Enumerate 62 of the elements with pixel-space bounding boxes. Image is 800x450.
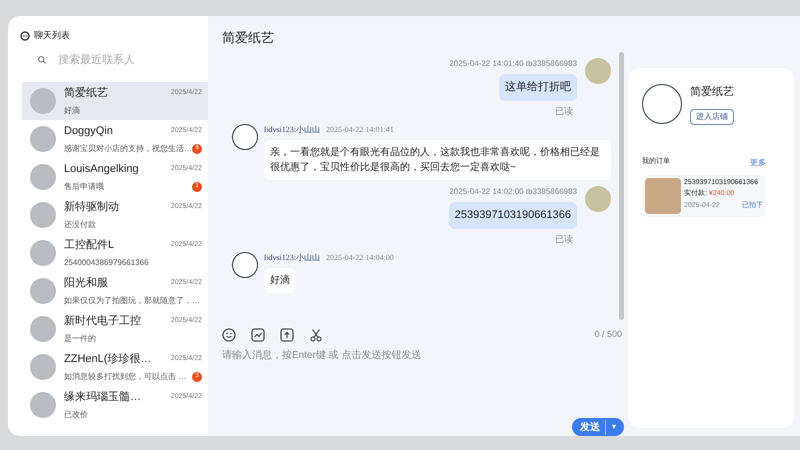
shop-avatar <box>232 252 258 278</box>
message-bubble: 亲，一看您就是个有眼光有品位的人，这款我也非常喜欢呢，价格相已经是很优惠了，宝贝性价比是很高的，买回去您一定喜欢哒~ <box>264 140 611 180</box>
message-preview: 如果仅仅为了拍图玩，那就随意了，… <box>64 294 200 307</box>
avatar-placeholder <box>30 354 56 380</box>
avatar-placeholder <box>585 186 611 212</box>
avatar-placeholder <box>30 164 56 190</box>
contact-name: 工控配件L <box>64 238 114 254</box>
message-preview: 感谢宝贝对小店的支持，祝您生活… <box>64 142 192 155</box>
message-preview: 售后申请哦 <box>64 180 104 193</box>
message-time: 2025-04-22 14:01:41 <box>326 124 394 136</box>
image-icon[interactable] <box>251 328 265 342</box>
avatar-placeholder <box>30 240 56 266</box>
avatar-placeholder <box>30 316 56 342</box>
sender-name: lidysi123:小山山 <box>264 124 320 136</box>
avatar-placeholder <box>30 126 56 152</box>
message-meta: 2025-04-22 14:01:40 tb3385866983 <box>449 58 577 70</box>
read-status: 已读 <box>555 104 573 118</box>
search-icon <box>38 54 46 66</box>
chat-title: 简爱纸艺 <box>221 29 275 47</box>
shop-name: 简爱纸艺 <box>690 85 734 100</box>
photo-placeholder <box>645 178 681 214</box>
message-preview: 还没付款 <box>64 218 96 231</box>
shop-avatar <box>232 124 258 150</box>
contact-name: DoggyQin <box>64 124 113 140</box>
emoji-icon[interactable] <box>222 328 236 342</box>
message-input[interactable]: 请输入消息，按Enter键 或 点击发送按钮发送 <box>222 348 614 414</box>
avatar-placeholder <box>30 278 56 304</box>
message-preview: 已改价 <box>64 408 88 421</box>
avatar-placeholder <box>585 58 611 84</box>
upload-icon[interactable] <box>280 328 294 342</box>
message-bubble: 2539397103190661366 <box>448 202 577 228</box>
character-counter: 0 / 500 <box>594 328 622 341</box>
message-preview: 2540004386979661366 <box>64 256 149 269</box>
enter-shop-button[interactable]: 进入店铺 <box>690 108 734 124</box>
sender-name: lidysi123:小山山 <box>264 252 320 264</box>
contact-name: ZZHenL(珍珍很… <box>64 352 152 368</box>
avatar-placeholder <box>30 88 56 114</box>
message-meta: 2025-04-22 14:02:00 tb3385866983 <box>449 186 577 198</box>
message-time: 2025-04-22 14:04:00 <box>326 252 394 264</box>
more-link[interactable]: 更多 <box>750 156 766 168</box>
message-preview: 如消息较多打扰到您，可以点击 … <box>64 370 186 383</box>
sidebar-title: 聊天列表 <box>34 29 70 42</box>
scrollbar[interactable] <box>619 52 624 320</box>
contact-name: 新特驱制动 <box>64 200 119 216</box>
search-field[interactable]: 搜索最近联系人 <box>58 52 178 68</box>
dropdown-caret[interactable]: ▾ <box>612 421 616 433</box>
contact-name: 简爱纸艺 <box>64 86 108 102</box>
message-preview: 是一件的 <box>64 332 96 345</box>
chat-bubble-icon <box>20 31 30 41</box>
contact-name: 新时代电子工控 <box>64 314 141 330</box>
read-status: 已读 <box>555 232 573 246</box>
avatar-placeholder <box>30 202 56 228</box>
message-bubble: 好滴 <box>264 268 296 293</box>
contact-name: LouisAngelking <box>64 162 139 178</box>
send-button[interactable]: 发送 ▾ <box>572 418 624 436</box>
scissors-icon[interactable] <box>309 328 323 342</box>
message-preview: 好滴 <box>64 104 80 117</box>
contact-name: 缘来玛瑙玉髓… <box>64 390 141 406</box>
message-bubble: 这单给打折吧 <box>499 74 577 100</box>
contact-name: 阳光和服 <box>64 276 108 292</box>
avatar-placeholder <box>30 392 56 418</box>
shop-logo <box>642 84 682 124</box>
